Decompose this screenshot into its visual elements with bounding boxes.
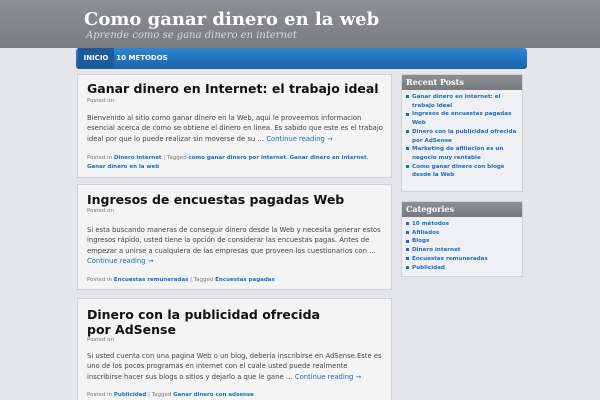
recent-post-link[interactable]: Ganar dinero en Internet: el trabajo ide… [406,93,518,110]
posted-on: Posted on [87,337,114,343]
tag-link[interactable]: como ganar dinero por internet [188,155,286,161]
main-nav: INICIO 10 METODOS [76,48,527,69]
category-link[interactable]: Encuestas remuneradas [114,277,188,283]
recent-posts-widget: Recent Posts Ganar dinero en Internet: e… [401,74,523,192]
recent-post-link[interactable]: Como ganar dinero con blogs desde la Web [406,163,518,180]
tag-link[interactable]: Ganar dinero en internet [290,155,367,161]
post-excerpt-text: Bienvenido al sitio como ganar dinero en… [87,114,383,143]
nav-item-10-metodos[interactable]: 10 METODOS [116,48,168,69]
site-title[interactable]: Como ganar dinero en la web [84,9,379,30]
recent-post-link[interactable]: Marketing de afiliacion es un negocio mu… [406,145,518,162]
post-meta: Posted in Dinero internet | Tagged como … [87,155,369,170]
tag-link[interactable]: Encuestas pagadas [215,277,275,283]
post-excerpt-text: Si esta buscando maneras de conseguir di… [87,226,381,255]
category-link[interactable]: Afiliados [406,229,518,238]
category-link[interactable]: Encuestas remuneradas [406,255,518,264]
categories-list: 10 métodos Afiliados Blogs Dinero intern… [402,217,522,275]
tagged-label: Tagged [151,392,172,398]
site-tagline: Aprende como se gana dinero en internet [86,30,297,41]
widget-title: Recent Posts [402,75,522,90]
recent-post-link[interactable]: Dinero con la publicidad ofrecida por Ad… [406,128,518,145]
posted-in-label: Posted in [87,392,113,398]
tag-link[interactable]: Ganar dinero en la web [87,164,159,170]
category-link[interactable]: Publicidad [114,392,146,398]
posted-in-label: Posted in [87,277,113,283]
post-title[interactable]: Dinero con la publicidad ofrecida por Ad… [87,307,337,337]
posted-on: Posted on [87,98,114,104]
site-header: Como ganar dinero en la web Aprende como… [0,0,600,48]
widget-title: Categories [402,202,522,217]
continue-reading-link[interactable]: Continue reading → [295,373,361,381]
recent-posts-list: Ganar dinero en Internet: el trabajo ide… [402,90,522,183]
tag-link[interactable]: Ganar dinero con adsense [173,392,254,398]
tagged-label: Tagged [193,277,214,283]
post-meta: Posted in Publicidad | Tagged Ganar dine… [87,392,254,398]
posted-in-label: Posted in [87,155,113,161]
post-meta: Posted in Encuestas remuneradas | Tagged… [87,277,275,283]
category-link[interactable]: Dinero internet [114,155,162,161]
post-title[interactable]: Ganar dinero en Internet: el trabajo ide… [87,81,379,96]
recent-post-link[interactable]: Ingresos de encuestas pagadas Web [406,110,518,127]
continue-reading-link[interactable]: Continue reading → [87,257,153,265]
post-excerpt: Bienvenido al sitio como ganar dinero en… [87,113,383,144]
post-card: Dinero con la publicidad ofrecida por Ad… [77,298,392,400]
post-excerpt: Si esta buscando maneras de conseguir di… [87,225,383,267]
post-card: Ganar dinero en Internet: el trabajo ide… [77,74,392,178]
post-excerpt: Si usted cuenta con una pagina Web o un … [87,351,383,382]
categories-widget: Categories 10 métodos Afiliados Blogs Di… [401,201,523,277]
category-link[interactable]: Publicidad [406,264,518,273]
category-link[interactable]: Blogs [406,237,518,246]
tagged-label: Tagged [166,155,187,161]
category-link[interactable]: 10 métodos [406,220,518,229]
post-card: Ingresos de encuestas pagadas Web Posted… [77,184,392,290]
continue-reading-link[interactable]: Continue reading → [266,135,332,143]
category-link[interactable]: Dinero internet [406,246,518,255]
nav-item-inicio[interactable]: INICIO [78,48,114,69]
post-title[interactable]: Ingresos de encuestas pagadas Web [87,192,344,207]
posted-on: Posted on [87,208,114,214]
